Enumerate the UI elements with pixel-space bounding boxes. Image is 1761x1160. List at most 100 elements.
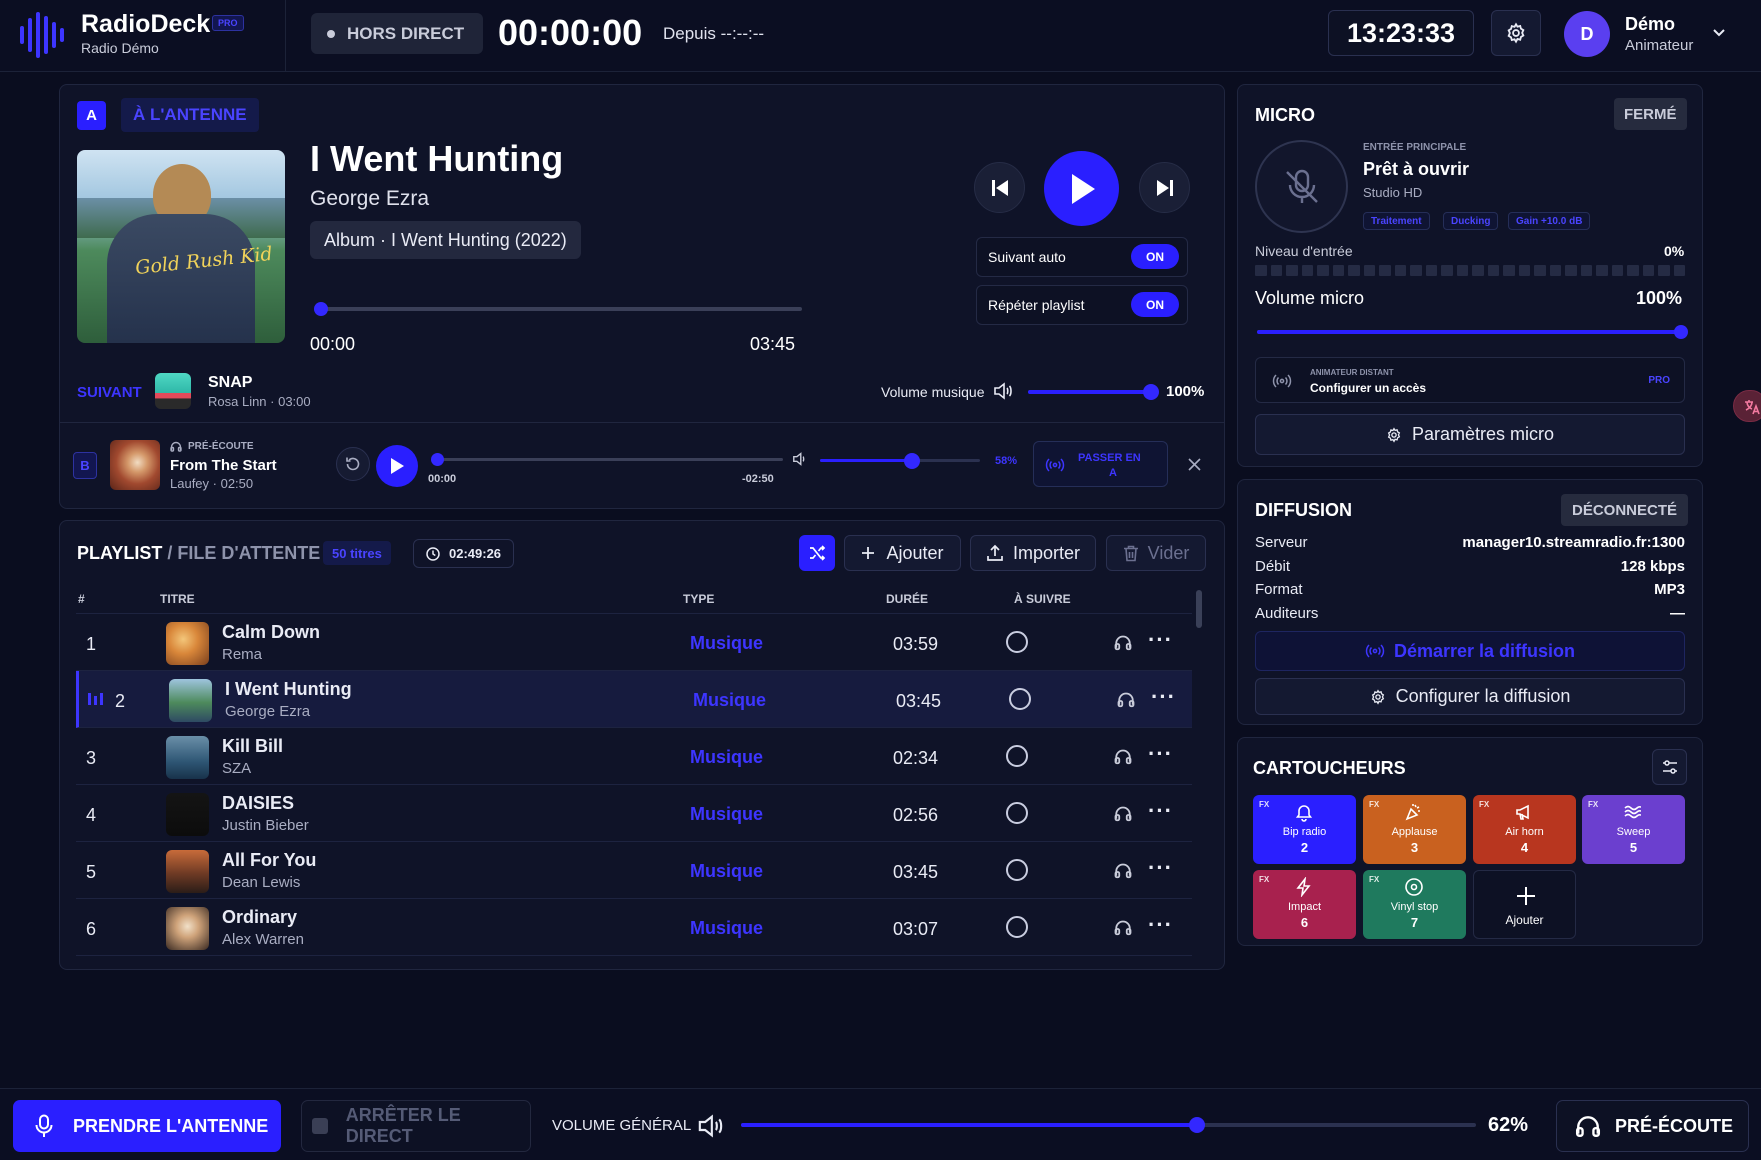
row-more-icon[interactable]: ··· xyxy=(1148,855,1173,881)
deck-b-reload-button[interactable] xyxy=(336,447,370,481)
mic-settings-button[interactable]: Paramètres micro xyxy=(1255,414,1685,455)
meter-segment xyxy=(1332,265,1344,276)
avatar[interactable]: D xyxy=(1564,11,1610,57)
row-title: All For You xyxy=(222,850,317,870)
mic-settings-label: Paramètres micro xyxy=(1411,424,1555,444)
headphones-icon[interactable] xyxy=(1117,691,1135,708)
preview-button[interactable]: PRÉ-ÉCOUTE xyxy=(1556,1100,1749,1152)
row-next-checkbox[interactable] xyxy=(1006,745,1028,767)
table-row[interactable]: 6 Ordinary Alex Warren Musique 03:07 ··· xyxy=(76,899,1192,956)
remote-host-card[interactable]: ANIMATEUR DISTANT Configurer un accès PR… xyxy=(1255,357,1685,403)
row-more-icon[interactable]: ··· xyxy=(1151,684,1176,710)
headphones-icon[interactable] xyxy=(1114,634,1132,651)
deck-a-letter: A xyxy=(77,101,106,130)
headphones-icon[interactable] xyxy=(1114,748,1132,765)
row-next-checkbox[interactable] xyxy=(1006,802,1028,824)
deck-b-progress-knob[interactable] xyxy=(431,453,444,466)
deck-a-progress-knob[interactable] xyxy=(314,302,328,316)
row-next-checkbox[interactable] xyxy=(1006,859,1028,881)
shuffle-button[interactable] xyxy=(799,535,835,571)
clear-button[interactable]: Vider xyxy=(1106,535,1206,571)
deck-b-progress[interactable] xyxy=(431,453,783,466)
diffusion-state-badge: DÉCONNECTÉ xyxy=(1561,494,1689,526)
row-more-icon[interactable]: ··· xyxy=(1148,798,1173,824)
carts-settings-button[interactable] xyxy=(1652,749,1687,785)
table-row[interactable]: 3 Kill Bill SZA Musique 02:34 ··· xyxy=(76,728,1192,785)
headphones-icon[interactable] xyxy=(1114,805,1132,822)
send-to-a-button[interactable]: PASSER EN A xyxy=(1033,441,1168,487)
cart-pad[interactable]: FX Sweep 5 xyxy=(1582,795,1685,864)
add-track-button[interactable]: Ajouter xyxy=(844,535,961,571)
play-button[interactable] xyxy=(1044,151,1119,226)
waves-icon xyxy=(1624,805,1642,819)
micro-state-badge: FERMÉ xyxy=(1614,98,1687,130)
cart-pad[interactable]: FX Vinyl stop 7 xyxy=(1363,870,1466,939)
table-row[interactable]: 2 I Went Hunting George Ezra Musique 03:45 ··… xyxy=(76,671,1192,728)
cart-pad[interactable]: FX Bip radio 2 xyxy=(1253,795,1356,864)
playlist-scrollbar[interactable] xyxy=(1196,590,1202,628)
clock-time: 13:23:33 xyxy=(1346,17,1456,48)
mic-tag-gain[interactable]: Gain +10.0 dB xyxy=(1508,212,1591,230)
skip-back-icon xyxy=(991,179,1008,196)
auto-next-toggle[interactable]: ON xyxy=(1131,244,1179,269)
station-name: Radio Démo xyxy=(81,40,159,56)
row-next-checkbox[interactable] xyxy=(1009,688,1031,710)
cart-name: Bip radio xyxy=(1282,826,1327,838)
music-volume-knob[interactable] xyxy=(1143,384,1159,400)
cart-pad[interactable]: FX Air horn 4 xyxy=(1473,795,1576,864)
row-next-checkbox[interactable] xyxy=(1006,916,1028,938)
meter-segment xyxy=(1301,265,1313,276)
deck-b-volume-slider[interactable] xyxy=(820,453,980,469)
stop-live-button[interactable]: ARRÊTER LE DIRECT xyxy=(301,1100,531,1152)
row-number: 2 xyxy=(115,691,126,711)
skip-forward-icon xyxy=(1156,179,1173,196)
import-button[interactable]: Importer xyxy=(970,535,1096,571)
deck-a-progress[interactable] xyxy=(314,302,802,316)
row-title: I Went Hunting xyxy=(225,679,352,699)
gear-icon xyxy=(1387,426,1401,443)
repeat-toggle[interactable]: ON xyxy=(1131,292,1179,317)
music-volume-value: 100% xyxy=(1166,383,1205,400)
mic-tag-ducking[interactable]: Ducking xyxy=(1443,212,1499,230)
row-more-icon[interactable]: ··· xyxy=(1148,627,1173,653)
deck-b-volume-knob[interactable] xyxy=(904,453,920,469)
headphones-icon xyxy=(170,441,182,452)
mic-volume-slider[interactable] xyxy=(1257,325,1688,339)
playlist-title: PLAYLIST xyxy=(77,543,163,563)
configure-diffusion-button[interactable]: Configurer la diffusion xyxy=(1255,678,1685,715)
table-row[interactable]: 1 Calm Down Rema Musique 03:59 ··· xyxy=(76,614,1192,671)
chevron-down-icon[interactable] xyxy=(1712,28,1726,38)
row-next-checkbox[interactable] xyxy=(1006,631,1028,653)
mic-button[interactable] xyxy=(1255,140,1348,233)
settings-button[interactable] xyxy=(1491,10,1541,56)
master-volume-slider[interactable] xyxy=(741,1117,1476,1133)
deck-b-play-button[interactable] xyxy=(376,445,418,487)
deck-b-art xyxy=(110,440,160,490)
row-title: Kill Bill xyxy=(222,736,284,756)
master-volume-knob[interactable] xyxy=(1188,1117,1205,1133)
headphones-icon[interactable] xyxy=(1114,862,1132,879)
table-row[interactable]: 5 All For You Dean Lewis Musique 03:45 ··· xyxy=(76,842,1192,899)
cart-pad[interactable]: FX Impact 6 xyxy=(1253,870,1356,939)
volume-icon[interactable] xyxy=(792,452,808,466)
speaker-icon[interactable] xyxy=(697,1114,724,1138)
cart-pad[interactable]: FX Applause 3 xyxy=(1363,795,1466,864)
headphones-icon[interactable] xyxy=(1114,919,1132,936)
previous-button[interactable] xyxy=(974,162,1025,213)
start-diffusion-button[interactable]: Démarrer la diffusion xyxy=(1255,631,1685,671)
next-button[interactable] xyxy=(1139,162,1190,213)
table-row[interactable]: 4 DAISIES Justin Bieber Musique 02:56 ··· xyxy=(76,785,1192,842)
music-volume-slider[interactable] xyxy=(1028,384,1159,400)
translate-button[interactable] xyxy=(1733,390,1761,422)
add-cart-label: Ajouter xyxy=(1505,913,1544,927)
row-more-icon[interactable]: ··· xyxy=(1148,741,1173,767)
mic-tag-processing[interactable]: Traitement xyxy=(1363,212,1430,230)
volume-icon[interactable] xyxy=(993,382,1013,400)
cart-name: Vinyl stop xyxy=(1390,901,1439,913)
row-more-icon[interactable]: ··· xyxy=(1148,912,1173,938)
diffusion-title: DIFFUSION xyxy=(1255,500,1352,520)
close-icon[interactable] xyxy=(1188,458,1201,471)
mic-volume-knob[interactable] xyxy=(1674,325,1688,339)
add-cart-button[interactable]: Ajouter xyxy=(1473,870,1576,939)
take-air-button[interactable]: PRENDRE L'ANTENNE xyxy=(13,1100,281,1152)
